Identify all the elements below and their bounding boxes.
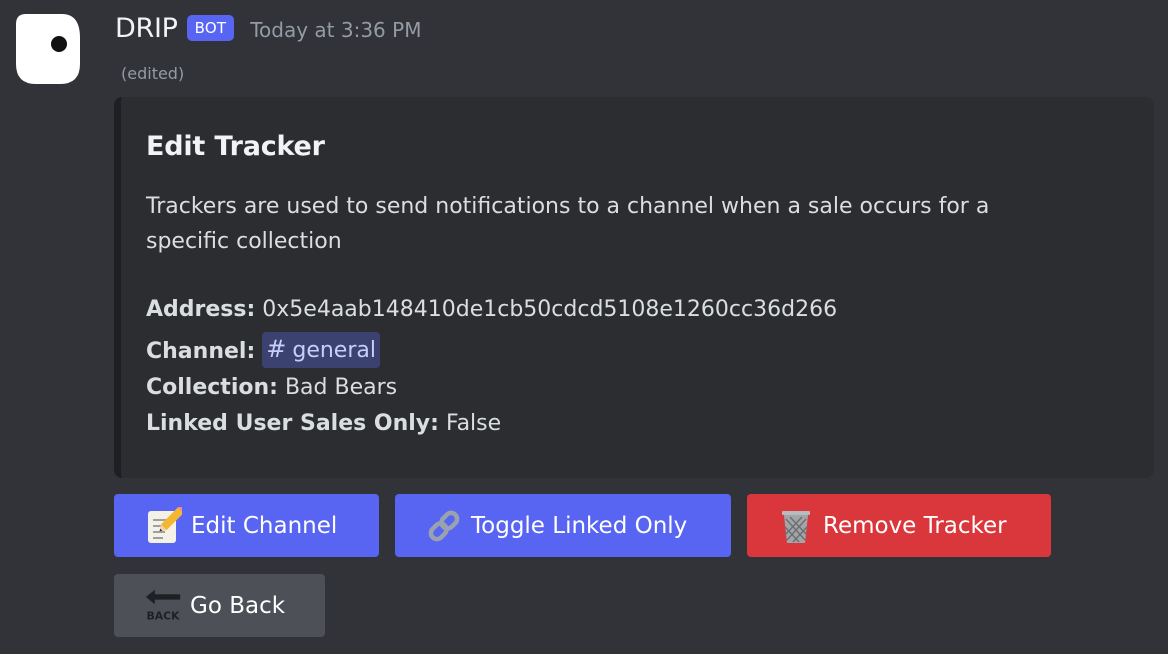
field-collection-value: Bad Bears <box>284 375 398 400</box>
remove-tracker-button[interactable]: Remove Tracker <box>747 494 1051 557</box>
go-back-label: Go Back <box>190 592 286 619</box>
field-linked-user-sales-only-label: Linked User Sales Only: <box>146 411 439 436</box>
go-back-button[interactable]: BACK Go Back <box>114 574 325 637</box>
embed-title: Edit Tracker <box>146 131 325 162</box>
link-icon <box>425 507 463 545</box>
toggle-linked-only-button[interactable]: Toggle Linked Only <box>395 494 731 557</box>
bot-avatar[interactable] <box>12 8 82 86</box>
field-channel: Channel: # general <box>146 332 380 369</box>
field-linked-user-sales-only-value: False <box>445 411 502 436</box>
field-collection-label: Collection: <box>146 375 278 400</box>
toggle-linked-only-label: Toggle Linked Only <box>471 512 688 539</box>
field-channel-label: Channel: <box>146 339 256 364</box>
edit-channel-label: Edit Channel <box>191 512 338 539</box>
edited-indicator: (edited) <box>121 64 185 83</box>
remove-tracker-label: Remove Tracker <box>823 512 1007 539</box>
memo-icon <box>145 506 183 545</box>
message-timestamp[interactable]: Today at 3:36 PM <box>250 18 421 42</box>
message-header: DRIP BOT Today at 3:36 PM <box>115 10 421 46</box>
field-collection: Collection: Bad Bears <box>146 375 397 400</box>
wastebasket-icon <box>777 507 815 545</box>
field-address-label: Address: <box>146 297 256 322</box>
username[interactable]: DRIP <box>115 13 178 44</box>
hash-icon: # <box>266 335 287 363</box>
bot-badge: BOT <box>186 15 235 41</box>
tracker-embed: Edit Tracker Trackers are used to send n… <box>114 97 1154 478</box>
channel-mention[interactable]: # general <box>262 332 380 368</box>
field-address-value: 0x5e4aab148410de1cb50cdcd5108e1260cc36d2… <box>262 297 838 322</box>
edit-channel-button[interactable]: Edit Channel <box>114 494 379 557</box>
back-icon-text: BACK <box>146 609 180 622</box>
back-arrow-icon: BACK <box>144 587 182 625</box>
embed-description: Trackers are used to send notifications … <box>146 194 990 254</box>
field-linked-user-sales-only: Linked User Sales Only: False <box>146 411 501 436</box>
channel-mention-label: general <box>292 338 376 363</box>
field-address: Address: 0x5e4aab148410de1cb50cdcd5108e1… <box>146 297 837 322</box>
